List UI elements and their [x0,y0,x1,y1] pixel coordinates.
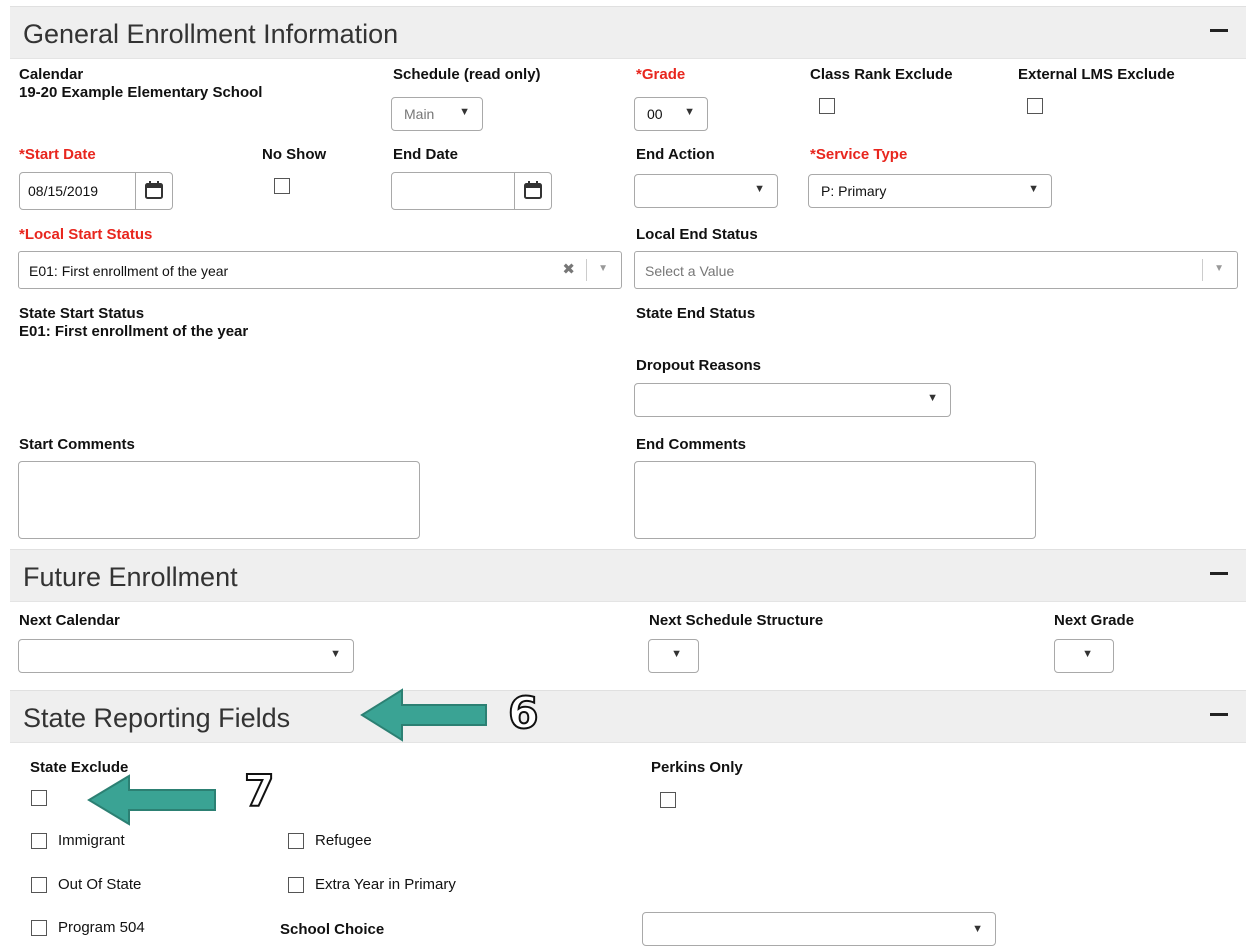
next-grade-select[interactable]: ▼ [1054,639,1114,673]
program-504-label: Program 504 [58,919,145,936]
collapse-minus-icon[interactable] [1210,29,1228,32]
schedule-value: Main [404,106,435,122]
clear-x-icon[interactable]: ✖ [562,260,575,278]
collapse-minus-icon[interactable] [1210,713,1228,716]
chevron-down-icon[interactable]: ▼ [598,263,608,274]
state-start-status-label: State Start Status [19,305,145,322]
dropout-reasons-select[interactable]: ▼ [634,383,951,417]
end-action-label: End Action [636,146,715,163]
grade-label: *Grade [636,66,686,83]
out-of-state-checkbox[interactable] [31,877,47,893]
no-show-checkbox[interactable] [274,178,290,194]
service-type-label: *Service Type [810,146,908,163]
school-choice-label: School Choice [280,921,385,938]
state-start-status-value: E01: First enrollment of the year [19,323,249,340]
schedule-select: Main ▼ [391,97,483,131]
start-date-value: 08/15/2019 [28,183,99,199]
general-enrollment-header: General Enrollment Information [10,6,1246,59]
end-action-select[interactable]: ▼ [634,174,778,208]
start-date-label: *Start Date [19,146,96,163]
chevron-down-icon: ▼ [1028,183,1039,195]
future-enrollment-header: Future Enrollment [10,549,1246,602]
no-show-label: No Show [262,146,327,163]
start-comments-label: Start Comments [19,436,135,453]
divider [586,259,587,281]
callout-arrow-7-icon [87,774,216,826]
grade-value: 00 [647,106,663,122]
chevron-down-icon: ▼ [330,648,341,660]
calendar-icon[interactable] [514,173,551,209]
next-schedule-structure-label: Next Schedule Structure [649,612,824,629]
start-comments-textarea[interactable] [18,461,420,539]
out-of-state-label: Out Of State [58,876,142,893]
chevron-down-icon: ▼ [1082,648,1093,660]
grade-select[interactable]: 00 ▼ [634,97,708,131]
state-end-status-label: State End Status [636,305,756,322]
end-comments-textarea[interactable] [634,461,1036,539]
callout-number-6: 6 [507,687,540,740]
panel-title: State Reporting Fields [23,703,291,733]
local-end-status-label: Local End Status [636,226,758,243]
callout-number-7: 7 [243,765,276,818]
end-date-field[interactable] [391,172,552,210]
external-lms-exclude-label: External LMS Exclude [1018,66,1175,83]
calendar-value: 19-20 Example Elementary School [19,84,263,101]
end-comments-label: End Comments [636,436,747,453]
extra-year-in-primary-checkbox[interactable] [288,877,304,893]
service-type-select[interactable]: P: Primary ▼ [808,174,1052,208]
collapse-minus-icon[interactable] [1210,572,1228,575]
immigrant-label: Immigrant [58,832,125,849]
chevron-down-icon: ▼ [927,392,938,404]
school-choice-select[interactable]: ▼ [642,912,996,946]
chevron-down-icon: ▼ [671,648,682,660]
chevron-down-icon: ▼ [684,106,695,118]
panel-title: General Enrollment Information [23,19,399,49]
calendar-label: Calendar [19,66,84,83]
chevron-down-icon: ▼ [972,923,983,935]
chevron-down-icon[interactable]: ▼ [1214,263,1224,274]
callout-arrow-6-icon [360,688,487,742]
chevron-down-icon: ▼ [754,183,765,195]
start-date-field[interactable]: 08/15/2019 [19,172,173,210]
extra-year-in-primary-label: Extra Year in Primary [315,876,456,893]
chevron-down-icon: ▼ [459,106,470,118]
next-calendar-select[interactable]: ▼ [18,639,354,673]
service-type-value: P: Primary [821,183,887,199]
calendar-icon[interactable] [135,173,172,209]
local-start-status-combobox[interactable]: E01: First enrollment of the year ✖ ▼ [18,251,622,289]
local-start-status-value: E01: First enrollment of the year [29,263,229,279]
refugee-label: Refugee [315,832,372,849]
local-end-status-placeholder: Select a Value [645,263,735,279]
local-start-status-label: *Local Start Status [19,226,153,243]
divider [1202,259,1203,281]
refugee-checkbox[interactable] [288,833,304,849]
schedule-label: Schedule (read only) [393,66,541,83]
next-calendar-label: Next Calendar [19,612,120,629]
next-grade-label: Next Grade [1054,612,1135,629]
state-reporting-header: State Reporting Fields [10,690,1246,743]
perkins-only-checkbox[interactable] [660,792,676,808]
state-exclude-checkbox[interactable] [31,790,47,806]
immigrant-checkbox[interactable] [31,833,47,849]
next-schedule-structure-select[interactable]: ▼ [648,639,699,673]
panel-title: Future Enrollment [23,562,238,592]
local-end-status-combobox[interactable]: Select a Value ▼ [634,251,1238,289]
external-lms-exclude-checkbox[interactable] [1027,98,1043,114]
end-date-label: End Date [393,146,459,163]
class-rank-exclude-checkbox[interactable] [819,98,835,114]
class-rank-exclude-label: Class Rank Exclude [810,66,953,83]
program-504-checkbox[interactable] [31,920,47,936]
dropout-reasons-label: Dropout Reasons [636,357,762,374]
perkins-only-label: Perkins Only [651,759,743,776]
